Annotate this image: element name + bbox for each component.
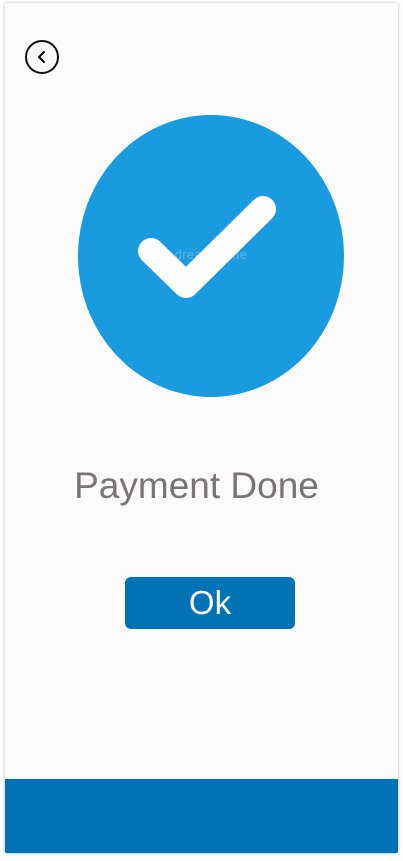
- bottom-bar: [5, 779, 398, 853]
- back-button[interactable]: [25, 40, 59, 74]
- payment-success-screen: dreamstime Payment Done Ok: [5, 3, 398, 853]
- ok-button[interactable]: Ok: [125, 577, 295, 629]
- success-circle: dreamstime: [78, 115, 344, 397]
- chevron-left-icon: [35, 50, 49, 64]
- watermark-text: dreamstime: [174, 247, 248, 262]
- page-title: Payment Done: [74, 465, 319, 506]
